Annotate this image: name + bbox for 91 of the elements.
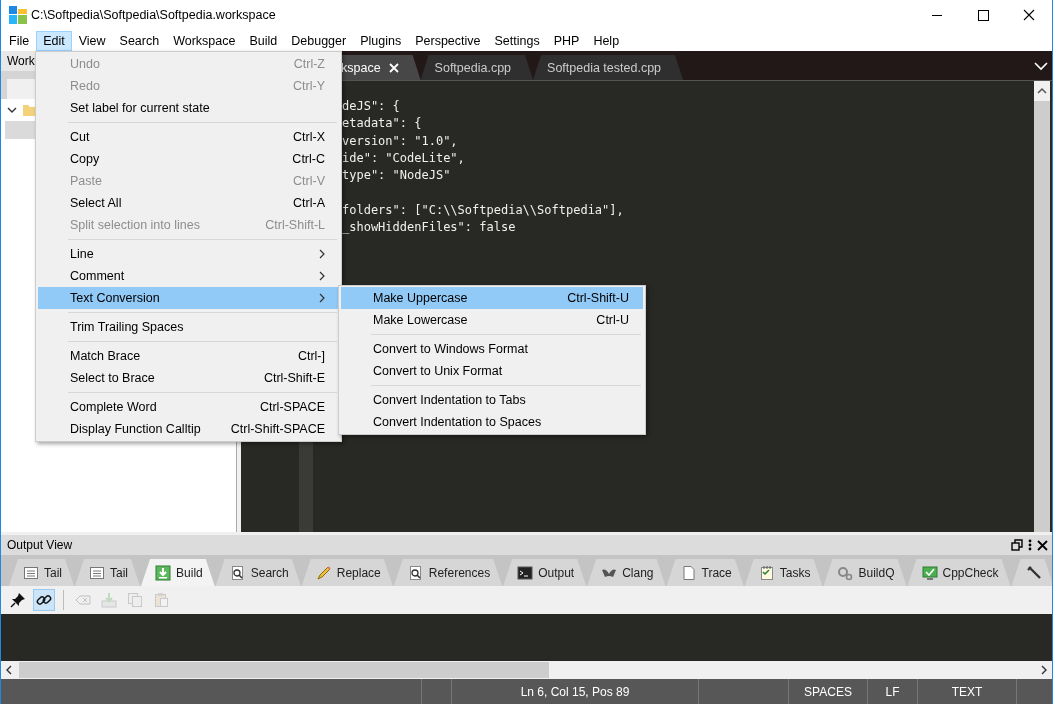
chevron-right-icon [319,249,325,259]
menu-item[interactable]: Select All Ctrl-A [38,192,339,214]
menu-item[interactable]: Convert to Unix Format [341,360,643,382]
page-icon [680,564,697,581]
code-line: ide": "CodeLite", [342,149,466,167]
lines-icon [89,564,105,581]
eraser-icon [75,592,91,608]
magnifier-icon [407,564,424,581]
code-line: folders": ["C:\\Softpedia\\Softpedia"], [342,201,625,219]
output-tab[interactable]: Clang [587,559,666,586]
chevron-right-icon [319,271,325,281]
menu-item[interactable]: File [2,30,37,51]
editor-tab[interactable]: Softpedia.cpp [420,55,534,80]
more-icon[interactable] [1028,539,1032,551]
menu-item[interactable]: Comment [38,265,339,287]
menu-item[interactable]: Match Brace Ctrl-] [38,345,339,367]
output-tab[interactable]: Trace [666,559,744,586]
code-line: _showHiddenFiles": false [342,219,517,237]
code-line: etadata": { [342,115,423,133]
code-line: deJS": { [342,98,401,115]
output-tab[interactable]: Tail [75,559,141,586]
menu-item[interactable]: Convert Indentation to Tabs [341,389,643,411]
menu-item[interactable]: Edit [36,30,72,51]
menu-item[interactable]: Convert to Windows Format [341,338,643,360]
close-icon[interactable] [1037,539,1048,551]
link-icon [36,592,52,608]
gears-icon [837,564,854,581]
cursor-position: Ln 6, Col 15, Pos 89 [452,679,699,704]
menu-item[interactable]: Make Uppercase Ctrl-Shift-U [341,287,643,309]
indentation-mode[interactable]: SPACES [789,679,868,704]
terminal-icon [517,564,534,581]
panel-title: Output View [7,538,74,552]
app-icon [9,6,27,24]
menu-item[interactable]: Perspective [408,30,488,51]
restore-icon[interactable] [1011,539,1023,551]
lines-icon [23,564,39,581]
chevron-down-icon[interactable] [7,106,17,114]
menu-item[interactable]: Copy Ctrl-C [38,148,339,170]
menu-item[interactable]: Trim Trailing Spaces [38,316,339,338]
menu-item[interactable]: Display Function Calltip Ctrl-Shift-SPACE [38,418,339,440]
scroll-up-icon[interactable] [1037,87,1047,95]
output-tab[interactable]: Build [141,559,215,586]
output-tab[interactable]: Tasks [744,559,823,586]
output-tab[interactable] [1011,559,1052,586]
output-tab[interactable]: References [393,559,503,586]
panel-title: Work [7,54,35,68]
output-tab[interactable]: BuildQ [823,559,907,586]
magnifier-icon [229,564,246,581]
menu-item[interactable]: Help [586,30,627,51]
output-tab[interactable]: Tail [9,559,74,586]
menu-item[interactable]: Complete Word Ctrl-SPACE [38,396,339,418]
menu-item[interactable]: Search [112,30,167,51]
editor-tab[interactable]: Softpedia tested.cpp [533,55,684,80]
paste-icon [153,592,169,608]
scroll-left-icon[interactable] [5,665,13,675]
menu-item[interactable]: PHP [546,30,587,51]
scroll-right-icon[interactable] [1040,665,1048,675]
menu-item[interactable]: Make Lowercase Ctrl-U [341,309,643,331]
monitor-icon [921,564,938,581]
menu-item[interactable]: Line [38,243,339,265]
code-line: type": "NodeJS" [342,167,452,185]
horizontal-scrollbar[interactable] [1,661,1052,679]
copy-icon [127,592,143,608]
menu-item[interactable]: Text Conversion [38,287,339,309]
pin-icon [10,592,26,608]
wrench-icon [1025,564,1042,581]
file-type[interactable]: TEXT [918,679,1017,704]
menu-item[interactable]: Settings [487,30,547,51]
menu-item[interactable]: Cut Ctrl-X [38,126,339,148]
pencil-icon [315,564,332,581]
output-tab[interactable]: Search [215,559,301,586]
window-title: C:\Softpedia\Softpedia\Softpedia.workspace [31,8,277,22]
menu-item[interactable]: Plugins [353,30,409,51]
output-tab[interactable]: Output [503,559,587,586]
menu-item[interactable]: Workspace [166,30,243,51]
scroll-thumb[interactable] [19,662,549,678]
code-line: version": "1.0", [342,132,459,150]
menu-item[interactable]: Convert Indentation to Spaces [341,411,643,433]
download-icon [155,564,172,581]
download-icon [101,592,117,608]
link-button[interactable] [33,589,55,611]
output-tab[interactable]: CppCheck [907,559,1011,586]
menu-item[interactable]: Debugger [284,30,354,51]
menu-item[interactable]: Build [242,30,285,51]
line-ending[interactable]: LF [868,679,918,704]
menu-item[interactable]: Select to Brace Ctrl-Shift-E [38,367,339,389]
output-tab[interactable]: Replace [301,559,393,586]
menu-item[interactable]: Set label for current state [38,97,339,119]
menu-item[interactable]: View [71,30,113,51]
notepad-icon [758,564,775,581]
chevron-right-icon [319,293,325,303]
